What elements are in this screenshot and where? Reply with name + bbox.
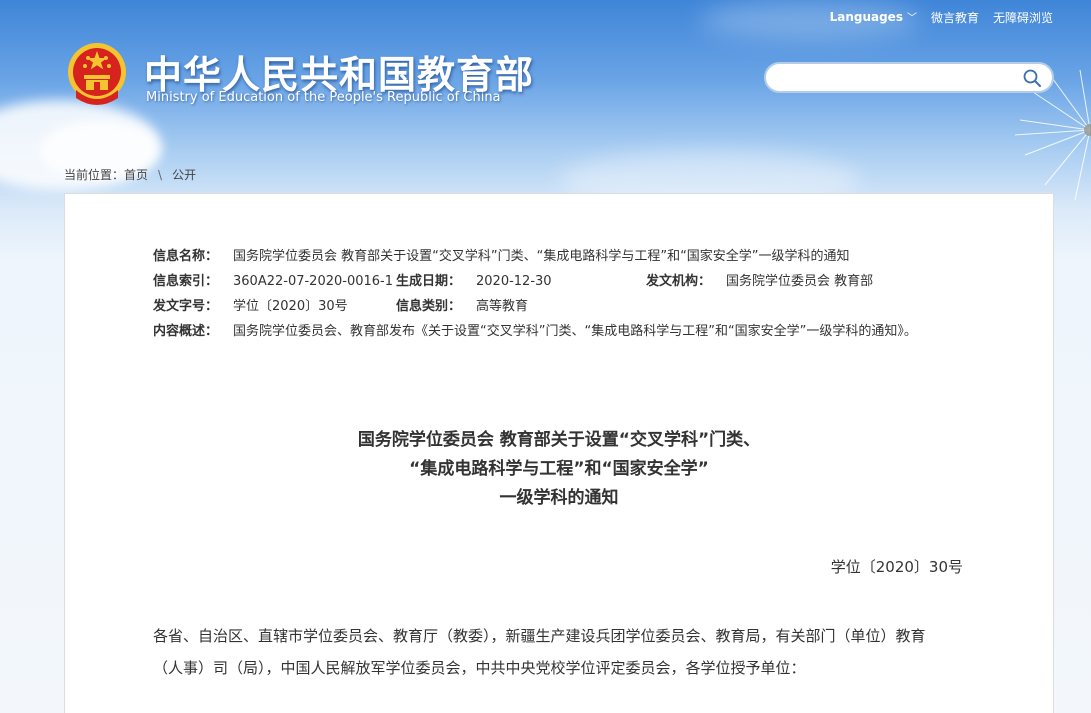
- document-recipients: 各省、自治区、直辖市学位委员会、教育厅（教委），新疆生产建设兵团学位委员会、教育…: [153, 627, 926, 677]
- search-input[interactable]: [780, 68, 1020, 88]
- chevron-down-icon: ﹀: [906, 13, 917, 24]
- meta-number-value: 学位〔2020〕30号: [233, 299, 348, 314]
- meta-number-label: 发文字号：: [153, 299, 219, 314]
- meta-name-value: 国务院学位委员会 教育部关于设置“交叉学科”门类、“集成电路科学与工程”和“国家…: [233, 249, 850, 264]
- meta-date-label: 生成日期：: [396, 274, 462, 289]
- meta-category-value: 高等教育: [476, 299, 529, 314]
- breadcrumb-separator: \: [158, 168, 163, 182]
- meta-date-value: 2020-12-30: [476, 274, 552, 289]
- meta-summary-value: 国务院学位委员会、教育部发布《关于设置“交叉学科”门类、“集成电路科学与工程”和…: [233, 324, 917, 339]
- meta-row-summary: 内容概述： 国务院学位委员会、教育部发布《关于设置“交叉学科”门类、“集成电路科…: [153, 319, 973, 344]
- document-title: 国务院学位委员会 教育部关于设置“交叉学科”门类、 “集成电路科学与工程”和“国…: [65, 426, 1053, 513]
- meta-index-label: 信息索引：: [153, 274, 219, 289]
- meta-index-value: 360A22-07-2020-0016-1: [233, 274, 393, 289]
- top-links: Languages ﹀ 微言教育 无障碍浏览: [830, 9, 1053, 26]
- document-metadata: 信息名称： 国务院学位委员会 教育部关于设置“交叉学科”门类、“集成电路科学与工…: [153, 244, 973, 344]
- document-title-line: 一级学科的通知: [499, 488, 619, 508]
- languages-menu[interactable]: Languages ﹀: [830, 9, 917, 26]
- document-title-line: 国务院学位委员会 教育部关于设置“交叉学科”门类、: [357, 430, 761, 450]
- document-title-line: “集成电路科学与工程”和“国家安全学”: [409, 459, 709, 479]
- meta-org-value: 国务院学位委员会 教育部: [726, 274, 874, 289]
- search-box: [764, 62, 1054, 93]
- meta-org-label: 发文机构：: [646, 274, 712, 289]
- content-panel: 信息名称： 国务院学位委员会 教育部关于设置“交叉学科”门类、“集成电路科学与工…: [64, 193, 1054, 713]
- search-icon[interactable]: [1022, 68, 1042, 88]
- national-emblem-icon: [68, 43, 126, 105]
- accessibility-link[interactable]: 无障碍浏览: [993, 9, 1053, 26]
- breadcrumb-current-link[interactable]: 公开: [172, 168, 196, 182]
- weixin-link[interactable]: 微言教育: [931, 9, 979, 26]
- meta-row-name: 信息名称： 国务院学位委员会 教育部关于设置“交叉学科”门类、“集成电路科学与工…: [153, 244, 973, 269]
- breadcrumb: 当前位置：首页 \ 公开: [64, 166, 196, 183]
- breadcrumb-home-link[interactable]: 首页: [124, 168, 148, 182]
- meta-row-index: 信息索引： 360A22-07-2020-0016-1 生成日期： 2020-1…: [153, 269, 973, 294]
- breadcrumb-label: 当前位置：: [64, 168, 125, 182]
- document-number: 学位〔2020〕30号: [830, 558, 963, 576]
- meta-category-label: 信息类别：: [396, 299, 462, 314]
- meta-row-number: 发文字号： 学位〔2020〕30号 信息类别： 高等教育: [153, 294, 973, 319]
- site-subtitle: Ministry of Education of the People's Re…: [146, 90, 501, 105]
- meta-summary-label: 内容概述：: [153, 324, 219, 339]
- meta-name-label: 信息名称：: [153, 249, 219, 264]
- languages-label: Languages: [829, 10, 903, 24]
